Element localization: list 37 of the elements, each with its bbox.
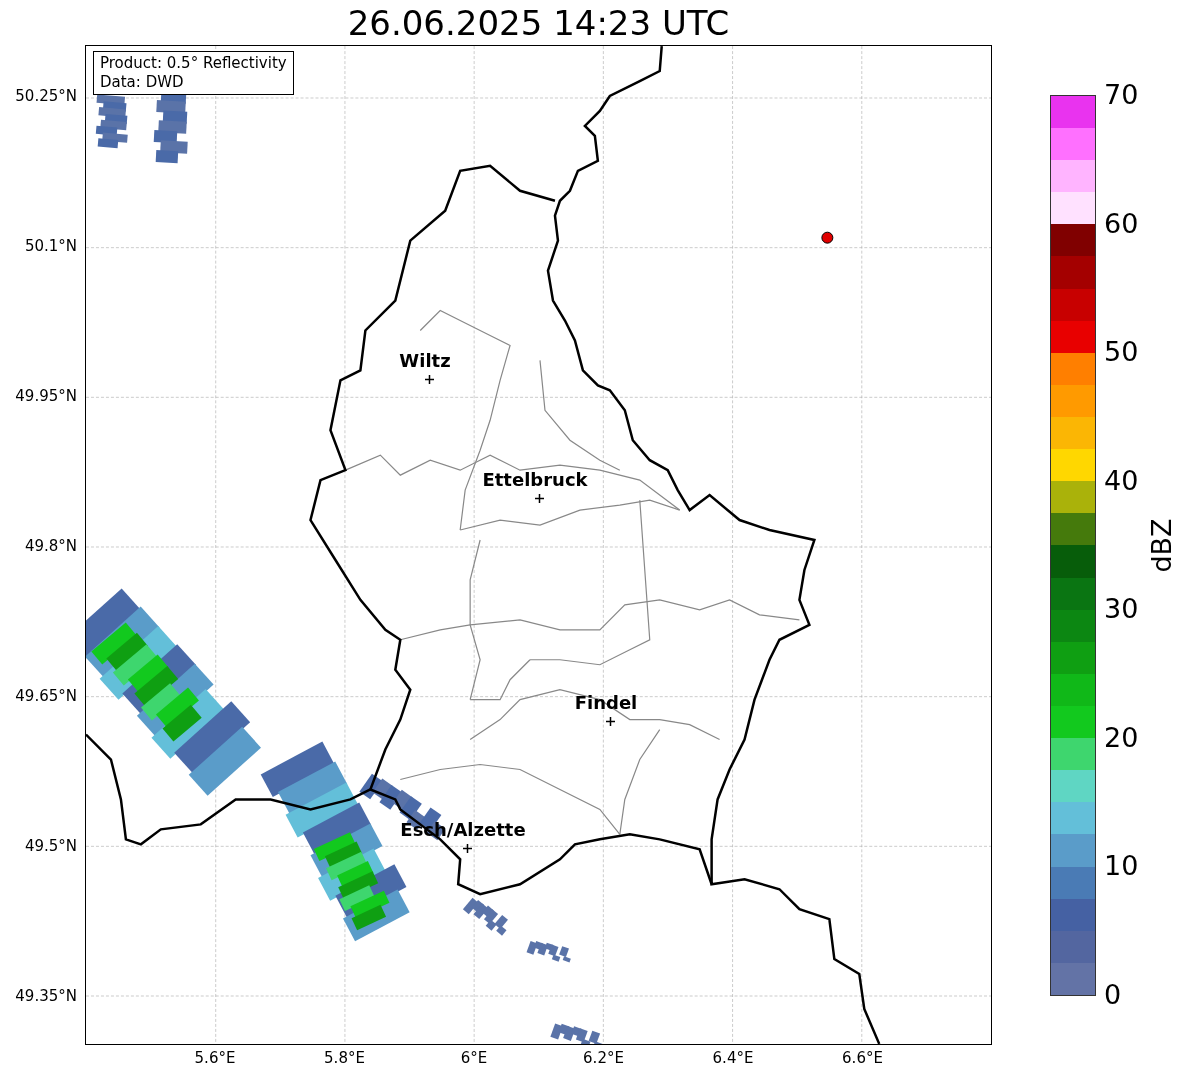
- x-tick-label: 5.8°E: [324, 1051, 365, 1066]
- y-tick-label: 49.95°N: [15, 389, 77, 404]
- colorbar-label: dBZ: [1147, 518, 1175, 573]
- info-text: Product: 0.5° Reflectivity: [100, 54, 287, 73]
- colorbar-tick-label: 50: [1104, 338, 1139, 366]
- y-tick-label: 49.65°N: [15, 689, 77, 704]
- x-tick-label: 6°E: [460, 1051, 488, 1066]
- colorbar-tick-label: 10: [1104, 852, 1139, 880]
- place-marker-icon: [534, 493, 544, 503]
- x-tick-label: 5.6°E: [194, 1051, 236, 1066]
- colorbar-tick-label: 20: [1104, 723, 1139, 751]
- y-tick-label: 50.1°N: [24, 239, 77, 254]
- y-tick-label: 50.25°N: [15, 89, 77, 104]
- location-dot: [821, 231, 834, 244]
- colorbar-tick-label: 70: [1104, 81, 1139, 108]
- colorbar-tick-label: 60: [1104, 209, 1139, 237]
- chart-title: 26.06.2025 14:23 UTC: [347, 5, 730, 40]
- place-marker-icon: [424, 374, 434, 384]
- y-tick-label: 49.35°N: [15, 989, 77, 1004]
- x-tick-label: 6.4°E: [712, 1051, 754, 1066]
- x-tick-label: 6.2°E: [583, 1051, 624, 1066]
- y-tick-label: 49.5°N: [24, 839, 77, 854]
- colorbar-tick-label: 0: [1104, 981, 1122, 1008]
- place-label: Ettelbruck: [482, 471, 588, 489]
- radar-echo: [526, 940, 571, 963]
- radar-echo: [462, 897, 508, 936]
- colorbar-tick-label: 30: [1104, 595, 1139, 623]
- place-marker-icon: [462, 843, 472, 853]
- y-tick-label: 49.8°N: [24, 539, 77, 554]
- colorbar-tick-label: 40: [1104, 466, 1139, 494]
- radar-echo: [95, 94, 128, 149]
- place-marker-icon: [605, 716, 615, 726]
- x-tick-label: 6.6°E: [842, 1051, 883, 1066]
- radar-echo: [550, 1023, 603, 1044]
- place-label: Findel: [574, 694, 638, 712]
- place-label: Wiltz: [399, 352, 451, 370]
- info-text: Data: DWD: [100, 73, 185, 92]
